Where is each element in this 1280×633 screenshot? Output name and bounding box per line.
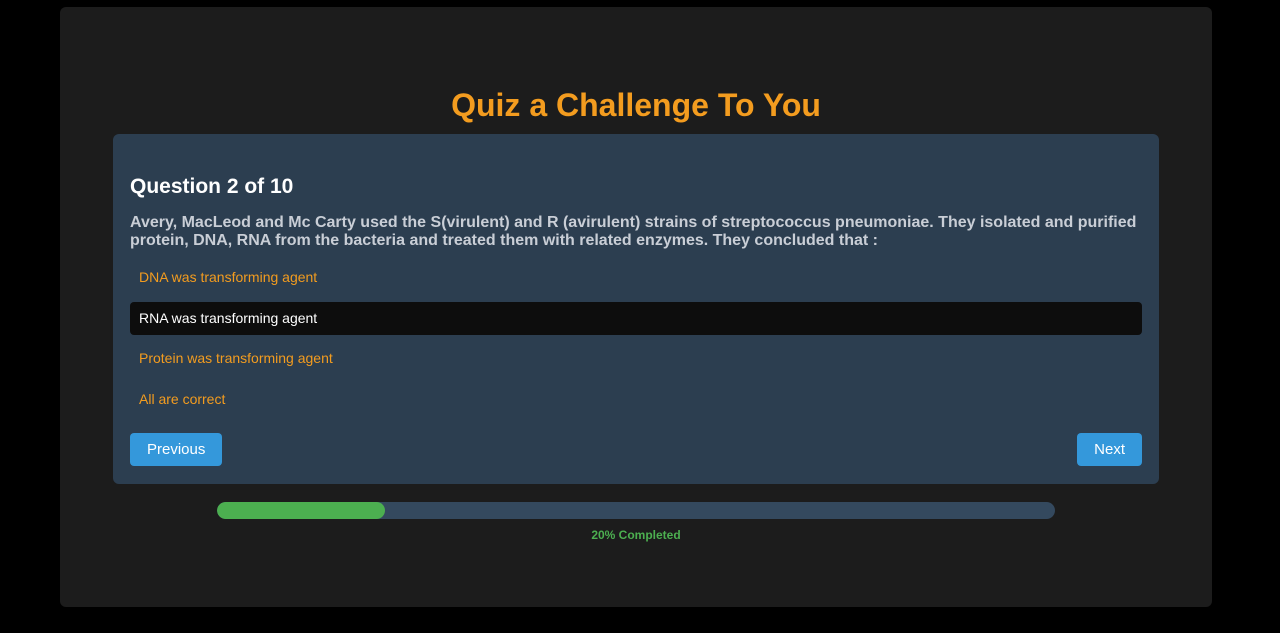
quiz-title: Quiz a Challenge To You: [451, 87, 821, 123]
answer-options: DNA was transforming agent RNA was trans…: [130, 261, 1142, 423]
previous-button[interactable]: Previous: [130, 433, 223, 466]
quiz-container: Quiz a Challenge To You Question 2 of 10…: [60, 7, 1212, 607]
progress-bar-fill: [217, 502, 385, 519]
answer-option-1[interactable]: DNA was transforming agent: [130, 261, 1142, 294]
progress-bar: [217, 502, 1055, 519]
question-counter: Question 2 of 10: [130, 175, 294, 198]
answer-option-2[interactable]: RNA was transforming agent: [130, 301, 1142, 335]
progress-label: 20% Completed: [591, 528, 681, 542]
next-button[interactable]: Next: [1077, 433, 1142, 466]
question-card: Question 2 of 10 Avery, MacLeod and Mc C…: [113, 134, 1159, 484]
answer-option-4[interactable]: All are correct: [130, 383, 1142, 416]
question-text: Avery, MacLeod and Mc Carty used the S(v…: [130, 214, 1137, 249]
answer-option-3[interactable]: Protein was transforming agent: [130, 342, 1142, 375]
